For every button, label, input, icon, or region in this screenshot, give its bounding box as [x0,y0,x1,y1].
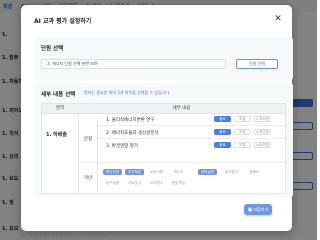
grade-chip[interactable]: 에너지 [169,169,188,175]
level-pill-important[interactable]: 중요 [214,116,231,122]
save-button[interactable]: ▣저장하기 [244,204,272,215]
level-pill-needs-effort[interactable]: 노력요함 [254,142,271,148]
unit-input[interactable]: 3. 에너지 단원 선택 한번 보여 [41,59,226,69]
header-detail: 세부 내용 [172,106,191,111]
level-pill-normal[interactable]: 보통 [234,142,251,148]
grade-chip[interactable]: 학기관련 [103,169,122,175]
category-grade: 학년 [84,176,93,181]
detail-selection-section: 세부 내용 선택 원하는 필요한 최대 3개 항목을 선택할 수 있습니다. 영… [34,83,293,197]
grade-chip[interactable]: 협업학습 [169,180,188,186]
detail-row-label: 2. 에너지효율과 생산성분석 [106,131,159,136]
level-pill-normal[interactable]: 보통 [234,129,251,135]
grade-chip[interactable]: 활용도 [245,169,264,175]
column-divider [78,114,79,194]
select-unit-button[interactable]: 단원 선택 [236,59,278,69]
close-icon[interactable]: ✕ [273,14,283,24]
level-pill-needs-effort[interactable]: 노력요함 [254,116,271,122]
detail-row-label: 1. 물리적에너지변환 연구 [106,118,155,123]
grade-chip[interactable]: 초진학습 [125,169,144,175]
category-divider [97,117,98,192]
detail-row-label: 3. 환경영향 평가 [106,144,138,149]
ai-eval-settings-modal: AI 교과 평가 설정하기 ✕ 단원 선택 3. 에너지 단원 선택 한번 보여… [21,5,293,231]
row-divider [98,138,285,139]
save-label: 저장하기 [253,207,269,212]
unit-section-title: 단원 선택 [41,46,64,52]
level-pill-important[interactable]: 중요 [214,142,231,148]
level-pill-normal[interactable]: 보통 [234,116,251,122]
unit-selection-section: 단원 선택 3. 에너지 단원 선택 한번 보여 단원 선택 [34,37,293,80]
grade-chip[interactable]: 교차평가 [147,180,166,186]
grade-chip[interactable]: 강의실적 [198,169,217,175]
table-header: 영역 세부 내용 [42,104,285,114]
detail-table: 영역 세부 내용 1. 하배출 문항 학년 1. 물리적에너지변환 연구 중요 … [41,103,286,194]
grade-chip[interactable]: 보상지원 [147,169,166,175]
row-divider [98,125,285,126]
level-pill-important[interactable]: 중요 [214,129,231,135]
category-item: 문항 [84,137,93,142]
area-label: 1. 하배출 [46,132,67,138]
grade-chip[interactable]: 탐구실험 [103,180,122,186]
detail-section-title: 세부 내용 선택 [41,92,76,98]
level-pill-needs-effort[interactable]: 노력요함 [254,129,271,135]
grade-chip[interactable]: 자료분석 [125,180,144,186]
row-divider [79,162,285,163]
save-icon: ▣ [247,207,253,213]
modal-title: AI 교과 평가 설정하기 [34,18,92,25]
header-area: 영역 [55,106,65,111]
grade-chip[interactable]: 분석평가 [222,169,241,175]
detail-hint: 원하는 필요한 최대 3개 항목을 선택할 수 있습니다. [84,90,171,95]
